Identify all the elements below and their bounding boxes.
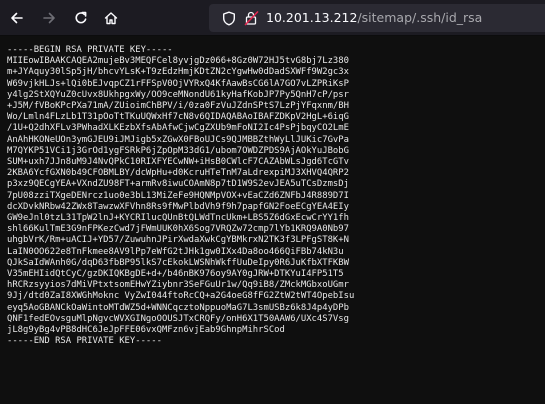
page-content: -----BEGIN RSA PRIVATE KEY----- MIIEowIBA… [0,36,545,404]
forward-arrow-icon [41,10,57,26]
home-icon [103,10,119,26]
key-line: p3xz9QECgYEA+VXndZU98FT+armRv8iwuCOAmN8p… [7,179,349,190]
key-line: GW9eJnl0tzL31TpW2lnJ+KYCRIlucQUnBtQLWdTn… [7,213,349,224]
forward-button[interactable] [38,7,60,29]
key-line: y4lg2StXQYuZ0cUvx8UkhpgxWy/OO9ceMNondU61… [7,89,349,100]
rsa-key-text: -----BEGIN RSA PRIVATE KEY----- MIIEowIBA… [7,45,354,347]
key-line: shl66KulTmE3G9nFPKezCwd7jFWmUUK0hX6Sog7V… [7,224,349,235]
url-text[interactable]: 10.201.13.212/sitemap/.ssh/id_rsa [266,9,482,27]
key-line: dcXDvkNRbw42ZWx8TawzwXFVhn8Rs9fMwPlbdVh9… [7,201,349,212]
key-line: jL8g9yBg4vPB8dHC6JeJpFFE06vxQMFzn6vjEab9… [7,325,285,336]
key-line: Wo/Lmln4FLzLb1T31pOoTtTKuUQWxHf7cN8v6QID… [7,112,349,123]
reload-button[interactable] [70,7,92,29]
key-line: 7pU08zziTXgeDENrcz1uo0e3bL13MiZeFe9HQNMp… [7,190,349,201]
reload-icon [73,10,89,26]
key-line: QNF1fedEOvsguMlpNgvcWVXGINgoOOUSJTxCRQFy… [7,313,349,324]
key-line: MIIEowIBAAKCAQEA2mujeBv3MEQFCel8yvjgDz06… [7,56,349,67]
key-line: M7QYKP51VCi1j3GrOd1ygFSRkP6jZpOpM33dG1/u… [7,145,349,156]
browser-toolbar: 10.201.13.212/sitemap/.ssh/id_rsa [0,0,545,36]
key-line: +J5M/fVBoKPcPXa71mA/ZUioimChBPV/i/0za0Fz… [7,101,349,112]
key-line: uhgbVrK/Rm+uACIJ+YD57/ZuwuhnJPirXwdaXwkC… [7,235,349,246]
key-line: 2KBA6YcfGXN0b49CFOBMLBY/dcWpHu+d0KcruHTe… [7,168,349,179]
key-line: hRCRzsyyios7dMiVPtxtsomEHwYZiybnr3SeFGuU… [7,280,349,291]
insecure-lock-icon[interactable] [243,10,259,26]
url-path: /sitemap/.ssh/id_rsa [357,10,483,25]
key-line: 9Jj/dtd0ZaI8XWGhMoknc VyZwI044ftoRcCQ+a2… [7,291,355,302]
shield-icon[interactable] [221,10,237,26]
home-button[interactable] [100,7,122,29]
back-button[interactable] [6,7,28,29]
key-line: m+JYAquy30lSp5jH/bhcvYLsK+T9zEdzHmjKDtZN… [7,67,349,78]
key-line: W69vjkHLJs+lQi0bEJvqpCZ1rFFSpV0OjVYRxQ4K… [7,78,349,89]
key-line: QJkSaIdWAnh0G/dqD63fbBP95lkS7cEkokLWSNhW… [7,257,349,268]
key-line: LaIN0OO622e8TnFkmee8AV9lPp7eWfG2tJHk1gw0… [7,246,344,257]
key-line: -----END RSA PRIVATE KEY----- [7,336,162,347]
key-line: -----BEGIN RSA PRIVATE KEY----- [7,45,173,55]
back-arrow-icon [9,10,25,26]
url-bar[interactable]: 10.201.13.212/sitemap/.ssh/id_rsa [209,4,545,32]
key-line: SUM+uxh7JJn8uM9J4NvQPkC10RIXFYECwNW+iHsB… [7,157,349,168]
url-host: 10.201.13.212 [266,10,358,25]
key-line: /1U+Q2dhXFLv3PWhadXLKEzbXfsAbAfwCjwCgZXU… [7,123,349,134]
key-line: V35mEHIidQtCyC/gzDKIQKBgDE+d+/b46nBK976o… [7,269,344,280]
key-line: eyq5AoGBANCkOaWintoMTdWZ5d+WNNCqcztoNppu… [7,302,349,313]
key-line: AnAhHKONeUOn3ymGJEU9iJMJigb5xZGwX0FBoUJC… [7,134,349,145]
